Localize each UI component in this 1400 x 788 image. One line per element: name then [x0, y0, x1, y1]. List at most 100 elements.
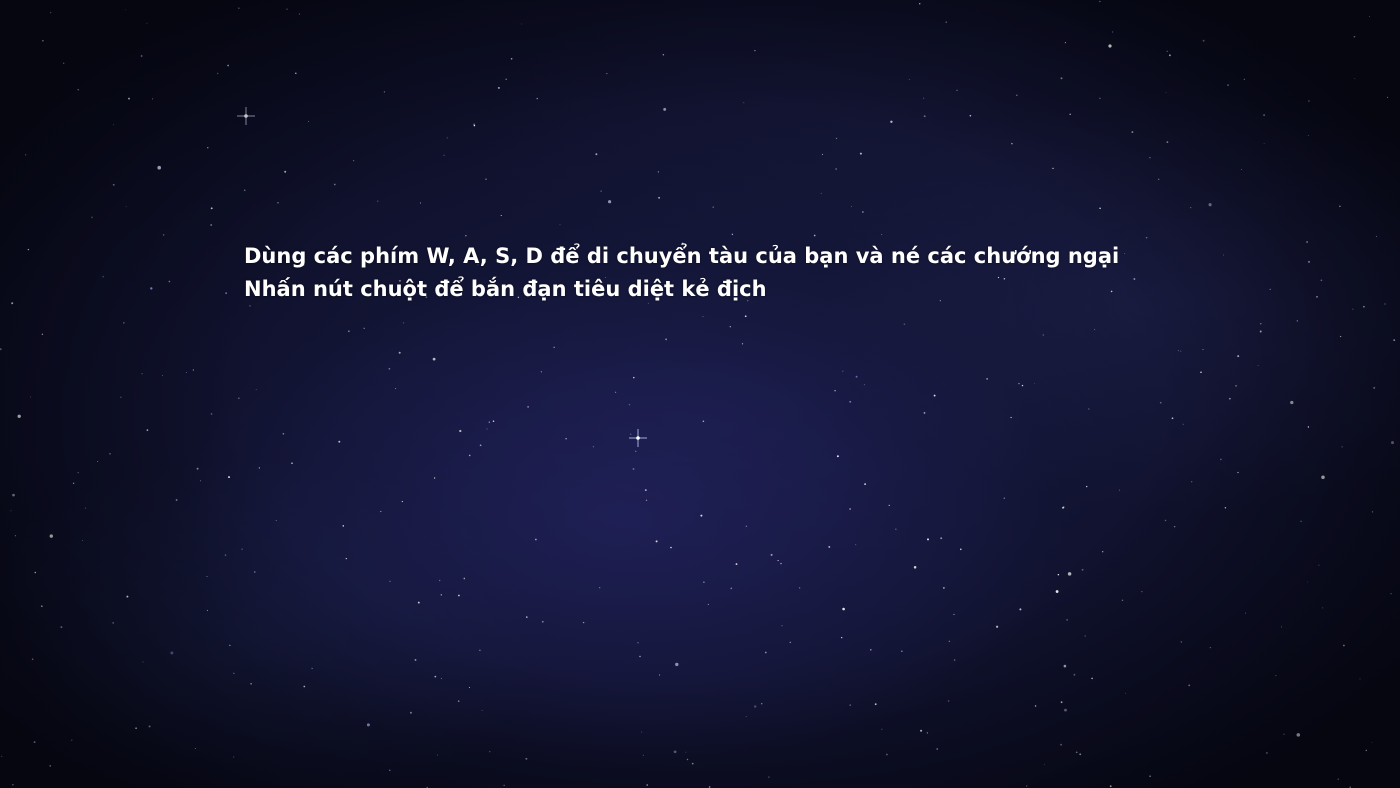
star — [820, 192, 822, 194]
star — [881, 233, 883, 236]
star — [227, 64, 229, 67]
star — [135, 727, 137, 730]
star — [744, 315, 747, 318]
star — [1180, 350, 1182, 352]
star — [401, 501, 403, 503]
star — [1109, 785, 1112, 788]
star — [1322, 607, 1324, 609]
star — [881, 728, 883, 730]
star — [1391, 441, 1394, 445]
star — [956, 89, 958, 91]
star — [632, 468, 635, 470]
star — [432, 357, 436, 361]
star — [842, 370, 844, 372]
star — [1052, 167, 1054, 170]
star — [1296, 320, 1298, 322]
star — [194, 748, 196, 749]
star — [157, 165, 161, 170]
star — [707, 603, 709, 605]
star — [1034, 383, 1035, 384]
star — [141, 373, 143, 375]
star — [31, 658, 34, 660]
star — [913, 566, 917, 569]
star — [84, 507, 86, 509]
star — [1339, 335, 1342, 338]
star — [1259, 330, 1262, 333]
star — [1369, 16, 1371, 17]
star — [70, 739, 73, 741]
star — [592, 446, 594, 448]
star — [489, 751, 491, 753]
star — [468, 454, 471, 457]
star — [42, 40, 44, 42]
star — [277, 202, 279, 204]
star — [409, 711, 412, 714]
star — [284, 170, 287, 173]
star — [599, 587, 601, 589]
star — [635, 450, 637, 452]
star — [417, 601, 420, 604]
star — [536, 97, 538, 100]
star — [1079, 753, 1082, 756]
star — [505, 78, 507, 80]
star — [49, 11, 52, 14]
star — [254, 571, 256, 573]
star — [420, 202, 422, 204]
star — [1375, 235, 1377, 237]
star — [729, 325, 732, 328]
star — [1308, 260, 1310, 263]
star — [864, 483, 866, 485]
star — [1010, 416, 1012, 419]
star — [1257, 365, 1259, 367]
star — [1307, 426, 1310, 428]
star — [874, 703, 877, 706]
star — [0, 348, 2, 351]
star — [841, 637, 843, 639]
star — [1343, 644, 1345, 647]
star — [33, 741, 36, 744]
star — [834, 390, 836, 392]
star — [81, 540, 83, 541]
star — [126, 595, 129, 598]
star — [49, 534, 53, 538]
star — [479, 649, 481, 652]
star — [1307, 581, 1308, 583]
star — [434, 675, 437, 678]
star — [224, 554, 227, 556]
star — [525, 757, 528, 760]
star — [440, 594, 443, 596]
star — [488, 421, 490, 423]
star — [691, 762, 694, 765]
star — [670, 546, 672, 549]
star — [1145, 236, 1148, 239]
star-layer — [0, 0, 1396, 788]
star — [923, 97, 925, 99]
star — [1060, 77, 1063, 80]
sparkle-star — [629, 429, 647, 447]
star — [210, 413, 213, 415]
star — [730, 587, 733, 590]
star — [458, 594, 460, 597]
star — [1168, 54, 1171, 57]
star — [600, 190, 602, 192]
star — [712, 206, 714, 208]
star — [142, 661, 144, 663]
star — [754, 49, 756, 52]
star — [1229, 397, 1231, 400]
star — [14, 535, 16, 537]
star — [735, 563, 738, 566]
star — [439, 579, 441, 582]
star — [540, 371, 543, 373]
star — [1296, 733, 1301, 737]
star — [1365, 749, 1368, 752]
star — [644, 489, 647, 492]
star — [345, 557, 347, 560]
star — [152, 98, 153, 100]
star — [403, 322, 405, 324]
star — [582, 621, 585, 624]
star — [608, 200, 612, 204]
star — [1191, 481, 1193, 483]
star — [700, 514, 703, 517]
star — [342, 525, 345, 527]
game-screen[interactable]: Dùng các phím W, A, S, D để di chuyển tà… — [0, 0, 1400, 788]
